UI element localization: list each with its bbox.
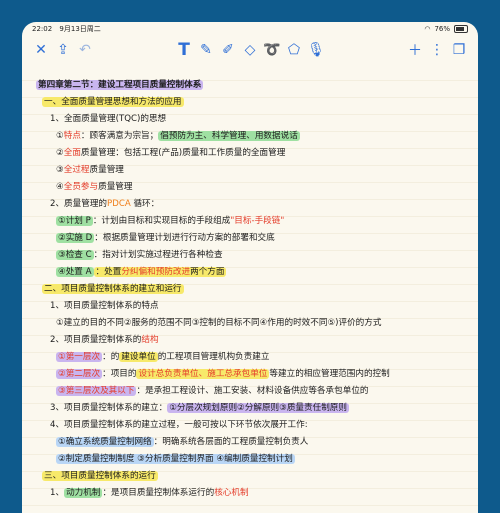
battery-icon xyxy=(454,25,468,33)
note-line: 1、项目质量控制体系的特点 xyxy=(50,301,159,311)
note-line: 3、项目质量控制体系的建立： ①分层次规划原则②分解原则③质量责任制原则 xyxy=(50,403,349,413)
note-line: ①特点：顾客满意为宗旨； 倡预防为主、科学管理、用数据说话 xyxy=(56,131,300,141)
note-page[interactable]: 第四章第二节：建设工程项目质量控制体系 一、全面质量管理思想和方法的应用 1、全… xyxy=(22,64,478,513)
battery-percent: 76% xyxy=(434,25,450,33)
status-bar: 22:02 9月13日周二 ◠ 76% xyxy=(22,22,478,36)
pen-icon[interactable]: ✎ xyxy=(195,39,217,61)
note-line: ①建立的目的不同②服务的范围不同③控制的目标不同④作用的时效不同⑤)评价的方式 xyxy=(56,318,382,328)
note-line: ②制定质量控制制度 ③分析质量控制界面 ④编制质量控制计划 xyxy=(56,454,295,464)
wifi-icon: ◠ xyxy=(424,25,431,33)
note-line: ④全员参与质量管理 xyxy=(56,182,133,192)
section-heading-3: 三、项目质量控制体系的运行 xyxy=(42,471,158,481)
section-heading-1: 一、全面质量管理思想和方法的应用 xyxy=(42,97,184,107)
note-line: ①计划 P ：计划由目标和实现目标的手段组成"目标-手段链" xyxy=(56,216,285,226)
notes-toolbar: ✕ ⇪ ↶ T ✎ ✐ ◇ ➰ ⬠ 🎙 ＋ ⋮ ❐ xyxy=(22,36,478,65)
note-line: 4、项目质量控制体系的建立过程，一般可按以下环节依次展开工作: xyxy=(50,420,308,430)
lasso-icon[interactable]: ➰ xyxy=(261,39,283,61)
pages-icon[interactable]: ❐ xyxy=(448,39,470,61)
share-icon[interactable]: ⇪ xyxy=(52,39,74,61)
note-line: 1、全面质量管理(TQC)的思想 xyxy=(50,114,167,124)
note-line: 2、项目质量控制体系的结构 xyxy=(50,335,159,345)
note-line: ①第一层次 ：的 建设单位 的工程项目管理机构负责建立 xyxy=(56,352,270,362)
note-line: ③第三层次及其以下 ：是承担工程设计、施工安装、材料设备供应等各承包单位的 xyxy=(56,386,369,396)
note-line: ③全过程质量管理 xyxy=(56,165,124,175)
highlighter-icon[interactable]: ✐ xyxy=(217,39,239,61)
microphone-icon[interactable]: 🎙 xyxy=(305,39,327,61)
note-line: ③检查 C ：指对计划实施过程进行各种检查 xyxy=(56,250,223,260)
status-date: 9月13日周二 xyxy=(59,25,101,33)
tablet-screen: 22:02 9月13日周二 ◠ 76% ✕ ⇪ ↶ T ✎ ✐ ◇ ➰ ⬠ 🎙 … xyxy=(22,22,478,513)
note-line: ②第二层次 ：项目的 设计总负责单位、施工总承包单位 等建立的相应管理范围内的控制 xyxy=(56,369,390,379)
close-icon[interactable]: ✕ xyxy=(30,39,52,61)
text-tool-icon[interactable]: T xyxy=(173,39,195,61)
eraser-icon[interactable]: ◇ xyxy=(239,39,261,61)
note-line: ④处置 A ：处置分纠偏和预防改进两个方面 xyxy=(56,267,227,277)
note-line: ①确立系统质量控制网络 ：明确系统各层面的工程质量控制负责人 xyxy=(56,437,309,447)
note-line: 1、 动力机制 ：是项目质量控制体系运行的核心机制 xyxy=(50,488,249,498)
note-line: ②实施 D ：根据质量管理计划进行行动方案的部署和交底 xyxy=(56,233,275,243)
note-line: ②全面质量管理：包括工程(产品)质量和工作质量的全面管理 xyxy=(56,148,286,158)
shapes-icon[interactable]: ⬠ xyxy=(283,39,305,61)
note-title: 第四章第二节：建设工程项目质量控制体系 xyxy=(36,80,204,90)
more-icon[interactable]: ⋮ xyxy=(426,39,448,61)
add-icon[interactable]: ＋ xyxy=(404,39,426,61)
note-line: 2、质量管理的PDCA 循环： xyxy=(50,199,160,209)
section-heading-2: 二、项目质量控制体系的建立和运行 xyxy=(42,284,184,294)
undo-icon[interactable]: ↶ xyxy=(74,39,96,61)
status-time: 22:02 xyxy=(32,25,53,33)
